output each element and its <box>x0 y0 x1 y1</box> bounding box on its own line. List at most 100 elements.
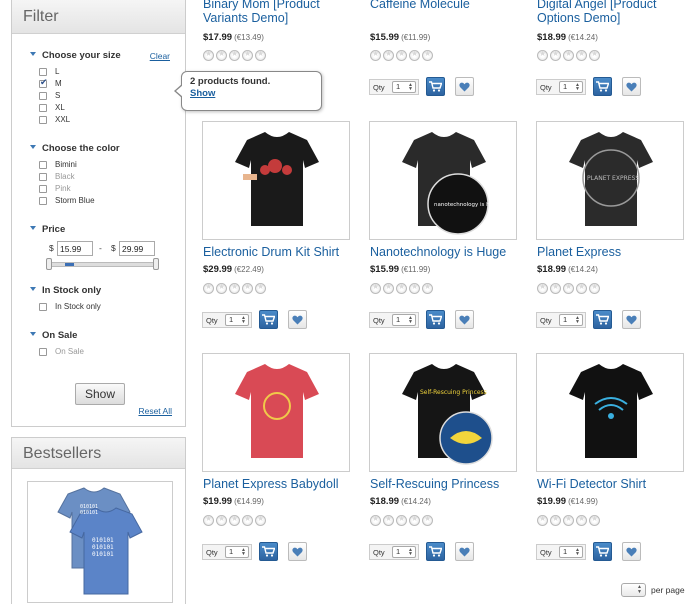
size-option-l[interactable]: L <box>39 67 59 77</box>
show-button[interactable]: Show <box>75 383 125 405</box>
rating-star-icon[interactable] <box>589 282 600 294</box>
rating-star-icon[interactable] <box>216 514 227 526</box>
rating-star-icon[interactable] <box>396 514 407 526</box>
rating-star-icon[interactable] <box>255 282 266 294</box>
rating-star-icon[interactable] <box>396 282 407 294</box>
stock-section-title[interactable]: In Stock only <box>30 285 101 296</box>
add-to-wishlist-button[interactable] <box>622 542 641 561</box>
rating-star-icon[interactable] <box>383 49 394 61</box>
product-image[interactable]: PLANET EXPRESS <box>536 121 684 240</box>
checkbox-checked[interactable] <box>39 77 48 88</box>
price-slider-track[interactable] <box>48 262 158 267</box>
product-image[interactable] <box>202 353 350 472</box>
rating-star-icon[interactable] <box>255 514 266 526</box>
rating-star-icon[interactable] <box>203 282 214 294</box>
price-slider-max-handle[interactable] <box>153 258 159 270</box>
product-name-link[interactable]: Planet Express Babydoll <box>203 477 351 491</box>
add-to-wishlist-button[interactable] <box>455 77 474 96</box>
rating-stars[interactable] <box>537 513 602 526</box>
rating-star-icon[interactable] <box>589 49 600 61</box>
rating-stars[interactable] <box>537 281 602 294</box>
rating-star-icon[interactable] <box>537 282 548 294</box>
product-name-link[interactable]: Self-Rescuing Princess <box>370 477 518 491</box>
rating-star-icon[interactable] <box>383 514 394 526</box>
color-option-bimini[interactable]: Bimini <box>39 160 77 170</box>
per-page-select[interactable]: ▲ ▼ <box>621 583 646 597</box>
rating-star-icon[interactable] <box>563 282 574 294</box>
product-image[interactable]: Self-Rescuing Princess <box>369 353 517 472</box>
add-to-cart-button[interactable] <box>426 77 445 96</box>
rating-star-icon[interactable] <box>229 282 240 294</box>
add-to-wishlist-button[interactable] <box>288 310 307 329</box>
rating-star-icon[interactable] <box>422 49 433 61</box>
rating-stars[interactable] <box>537 48 602 61</box>
rating-star-icon[interactable] <box>550 282 561 294</box>
price-min-input[interactable] <box>57 241 93 256</box>
rating-stars[interactable] <box>203 281 268 294</box>
rating-star-icon[interactable] <box>537 49 548 61</box>
product-name-link[interactable]: Caffeine Molecule <box>370 0 518 11</box>
rating-star-icon[interactable] <box>422 514 433 526</box>
product-image[interactable]: nanotechnology is huge. <box>369 121 517 240</box>
add-to-wishlist-button[interactable] <box>622 77 641 96</box>
rating-star-icon[interactable] <box>370 514 381 526</box>
color-section-title[interactable]: Choose the color <box>30 143 120 154</box>
rating-stars[interactable] <box>370 513 435 526</box>
rating-star-icon[interactable] <box>242 514 253 526</box>
rating-star-icon[interactable] <box>383 282 394 294</box>
rating-star-icon[interactable] <box>229 514 240 526</box>
rating-star-icon[interactable] <box>229 49 240 61</box>
size-section-title[interactable]: Choose your size <box>30 50 121 61</box>
reset-all-link[interactable]: Reset All <box>138 406 172 416</box>
add-to-cart-button[interactable] <box>259 310 278 329</box>
rating-star-icon[interactable] <box>576 282 587 294</box>
size-option-m[interactable]: M <box>39 77 62 89</box>
add-to-wishlist-button[interactable] <box>622 310 641 329</box>
add-to-cart-button[interactable] <box>426 310 445 329</box>
checkbox[interactable] <box>39 161 47 169</box>
checkbox[interactable] <box>39 116 47 124</box>
quantity-select[interactable]: 1 ▲▼ <box>559 546 583 558</box>
add-to-cart-button[interactable] <box>593 542 612 561</box>
product-image[interactable] <box>202 121 350 240</box>
rating-star-icon[interactable] <box>576 49 587 61</box>
add-to-cart-button[interactable] <box>259 542 278 561</box>
add-to-wishlist-button[interactable] <box>455 542 474 561</box>
sale-section-title[interactable]: On Sale <box>30 330 77 341</box>
rating-star-icon[interactable] <box>396 49 407 61</box>
quantity-select[interactable]: 1 ▲▼ <box>392 546 416 558</box>
product-name-link[interactable]: Wi-Fi Detector Shirt <box>537 477 685 491</box>
product-name-link[interactable]: Digital Angel [Product Options Demo] <box>537 0 685 25</box>
quantity-select[interactable]: 1 ▲▼ <box>559 81 583 93</box>
rating-star-icon[interactable] <box>409 49 420 61</box>
rating-star-icon[interactable] <box>203 514 214 526</box>
quantity-select[interactable]: 1 ▲▼ <box>225 546 249 558</box>
rating-star-icon[interactable] <box>255 49 266 61</box>
checkbox[interactable] <box>39 303 47 311</box>
rating-star-icon[interactable] <box>422 282 433 294</box>
add-to-wishlist-button[interactable] <box>455 310 474 329</box>
rating-star-icon[interactable] <box>563 514 574 526</box>
rating-star-icon[interactable] <box>370 49 381 61</box>
product-name-link[interactable]: Planet Express <box>537 245 685 259</box>
add-to-cart-button[interactable] <box>593 310 612 329</box>
quantity-select[interactable]: 1 ▲▼ <box>225 314 249 326</box>
clear-size-link[interactable]: Clear <box>150 51 170 61</box>
rating-star-icon[interactable] <box>589 514 600 526</box>
rating-star-icon[interactable] <box>563 49 574 61</box>
price-slider-min-handle[interactable] <box>46 258 52 270</box>
checkbox[interactable] <box>39 92 47 100</box>
rating-stars[interactable] <box>203 513 268 526</box>
rating-stars[interactable] <box>203 48 268 61</box>
rating-star-icon[interactable] <box>216 49 227 61</box>
checkbox[interactable] <box>39 197 47 205</box>
color-option-storm-blue[interactable]: Storm Blue <box>39 196 95 206</box>
in-stock-option[interactable]: In Stock only <box>39 302 101 312</box>
add-to-cart-button[interactable] <box>426 542 445 561</box>
checkbox[interactable] <box>39 68 47 76</box>
rating-star-icon[interactable] <box>409 514 420 526</box>
rating-star-icon[interactable] <box>242 282 253 294</box>
size-option-s[interactable]: S <box>39 91 60 101</box>
price-max-input[interactable] <box>119 241 155 256</box>
rating-star-icon[interactable] <box>409 282 420 294</box>
